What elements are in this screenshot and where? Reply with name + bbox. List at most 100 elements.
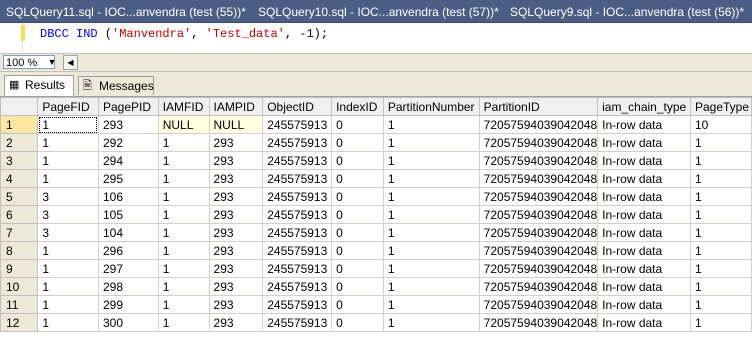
- table-row[interactable]: 6 3 105 1 293 245575913 0 1 72057594039042048 In-…: [0, 205, 752, 224]
- grid-cell[interactable]: 3: [37, 205, 99, 224]
- grid-cell[interactable]: 1: [689, 241, 752, 260]
- grid-cell[interactable]: 72057594039042048: [478, 115, 599, 134]
- grid-cell[interactable]: 245575913: [262, 151, 333, 170]
- grid-cell[interactable]: 3: [37, 187, 99, 206]
- grid-cell[interactable]: 1: [157, 205, 210, 224]
- table-row[interactable]: 7 3 104 1 293 245575913 0 1 72057594039042048 In-…: [0, 223, 752, 242]
- grid-cell[interactable]: 72057594039042048: [478, 169, 599, 188]
- grid-cell[interactable]: 293: [208, 187, 264, 206]
- grid-cell[interactable]: 0: [331, 205, 384, 224]
- col-header[interactable]: PageFID: [37, 97, 99, 116]
- row-number[interactable]: 6: [0, 205, 39, 224]
- grid-cell[interactable]: 72057594039042048: [478, 277, 599, 296]
- grid-cell[interactable]: 1: [157, 133, 210, 152]
- query-text[interactable]: DBCC IND ('Manvendra', 'Test_data', -1);: [40, 27, 328, 41]
- grid-cell[interactable]: NULL: [208, 115, 264, 134]
- table-row[interactable]: 1 1 293 NULL NULL 245575913 0 1 7205759403904204…: [0, 115, 752, 134]
- grid-cell[interactable]: 293: [208, 223, 264, 242]
- grid-cell[interactable]: 1: [382, 313, 480, 332]
- grid-cell[interactable]: 10: [689, 115, 752, 134]
- grid-cell[interactable]: 297: [97, 259, 159, 278]
- grid-cell[interactable]: 1: [689, 187, 752, 206]
- row-number[interactable]: 12: [0, 313, 39, 332]
- row-number[interactable]: 10: [0, 277, 39, 296]
- grid-cell[interactable]: 245575913: [262, 259, 333, 278]
- tab-results[interactable]: ▦ Results: [4, 75, 74, 96]
- grid-cell[interactable]: In-row data: [597, 223, 691, 242]
- grid-cell[interactable]: In-row data: [597, 205, 691, 224]
- chevron-down-icon[interactable]: ▼: [46, 56, 58, 68]
- grid-cell[interactable]: 72057594039042048: [478, 205, 599, 224]
- table-row[interactable]: 9 1 297 1 293 245575913 0 1 72057594039042048 In-…: [0, 259, 752, 278]
- grid-cell[interactable]: NULL: [157, 115, 210, 134]
- query-editor[interactable]: DBCC IND ('Manvendra', 'Test_data', -1);: [0, 23, 752, 52]
- table-row[interactable]: 12 1 300 1 293 245575913 0 1 72057594039042048 In…: [0, 313, 752, 332]
- grid-cell[interactable]: 0: [331, 115, 384, 134]
- grid-cell[interactable]: 245575913: [262, 187, 333, 206]
- tab-sqlquery10[interactable]: SQLQuery10.sql - IOC...anvendra (test (5…: [258, 3, 499, 21]
- grid-cell[interactable]: 1: [382, 277, 480, 296]
- table-row[interactable]: 2 1 292 1 293 245575913 0 1 72057594039042048 In-…: [0, 133, 752, 152]
- grid-cell[interactable]: 72057594039042048: [478, 223, 599, 242]
- grid-cell[interactable]: 295: [97, 169, 159, 188]
- grid-cell[interactable]: 1: [382, 295, 480, 314]
- col-header[interactable]: PagePID: [97, 97, 159, 116]
- row-number[interactable]: 11: [0, 295, 39, 314]
- grid-cell[interactable]: 245575913: [262, 277, 333, 296]
- grid-cell[interactable]: 245575913: [262, 115, 333, 134]
- grid-cell[interactable]: In-row data: [597, 241, 691, 260]
- grid-cell[interactable]: 0: [331, 223, 384, 242]
- grid-cell[interactable]: 1: [37, 259, 99, 278]
- row-number[interactable]: 7: [0, 223, 39, 242]
- grid-cell[interactable]: 1: [382, 169, 480, 188]
- grid-cell[interactable]: 1: [157, 151, 210, 170]
- grid-cell[interactable]: 1: [157, 223, 210, 242]
- grid-cell[interactable]: 0: [331, 259, 384, 278]
- grid-cell[interactable]: 72057594039042048: [478, 313, 599, 332]
- grid-cell[interactable]: 245575913: [262, 205, 333, 224]
- grid-cell[interactable]: 293: [208, 259, 264, 278]
- grid-cell[interactable]: 1: [157, 259, 210, 278]
- grid-cell[interactable]: 1: [689, 133, 752, 152]
- table-row[interactable]: 8 1 296 1 293 245575913 0 1 72057594039042048 In-…: [0, 241, 752, 260]
- grid-cell[interactable]: 72057594039042048: [478, 151, 599, 170]
- arrow-left-icon[interactable]: ◀: [63, 55, 78, 70]
- grid-cell[interactable]: 245575913: [262, 313, 333, 332]
- grid-cell[interactable]: 1: [37, 151, 99, 170]
- grid-cell[interactable]: 1: [689, 151, 752, 170]
- tab-sqlquery9[interactable]: SQLQuery9.sql - IOC...anvendra (test (56…: [510, 3, 744, 21]
- grid-cell[interactable]: 1: [382, 223, 480, 242]
- grid-cell[interactable]: 293: [208, 241, 264, 260]
- grid-cell[interactable]: 105: [97, 205, 159, 224]
- grid-cell[interactable]: 1: [689, 295, 752, 314]
- grid-cell[interactable]: 106: [97, 187, 159, 206]
- row-number[interactable]: 8: [0, 241, 39, 260]
- grid-cell[interactable]: In-row data: [597, 295, 691, 314]
- col-header[interactable]: IAMFID: [157, 97, 210, 116]
- grid-cell[interactable]: 293: [208, 205, 264, 224]
- grid-cell[interactable]: 0: [331, 277, 384, 296]
- grid-cell[interactable]: 1: [37, 277, 99, 296]
- table-row[interactable]: 3 1 294 1 293 245575913 0 1 72057594039042048 In-…: [0, 151, 752, 170]
- grid-cell[interactable]: 72057594039042048: [478, 259, 599, 278]
- col-header[interactable]: PageType: [689, 97, 752, 116]
- grid-cell[interactable]: 0: [331, 169, 384, 188]
- row-number[interactable]: 5: [0, 187, 39, 206]
- grid-cell[interactable]: 0: [331, 313, 384, 332]
- grid-cell[interactable]: 293: [208, 169, 264, 188]
- grid-cell[interactable]: 293: [97, 115, 159, 134]
- grid-cell[interactable]: In-row data: [597, 259, 691, 278]
- col-header[interactable]: IndexID: [331, 97, 384, 116]
- row-number[interactable]: 3: [0, 151, 39, 170]
- grid-cell[interactable]: 1: [689, 313, 752, 332]
- grid-cell[interactable]: 1: [37, 241, 99, 260]
- grid-cell[interactable]: 1: [157, 187, 210, 206]
- grid-cell[interactable]: 293: [208, 133, 264, 152]
- grid-cell[interactable]: 292: [97, 133, 159, 152]
- grid-cell[interactable]: 0: [331, 151, 384, 170]
- grid-cell[interactable]: 299: [97, 295, 159, 314]
- grid-cell[interactable]: 0: [331, 241, 384, 260]
- table-row[interactable]: 5 3 106 1 293 245575913 0 1 72057594039042048 In-…: [0, 187, 752, 206]
- grid-cell[interactable]: 0: [331, 133, 384, 152]
- grid-cell[interactable]: 1: [157, 241, 210, 260]
